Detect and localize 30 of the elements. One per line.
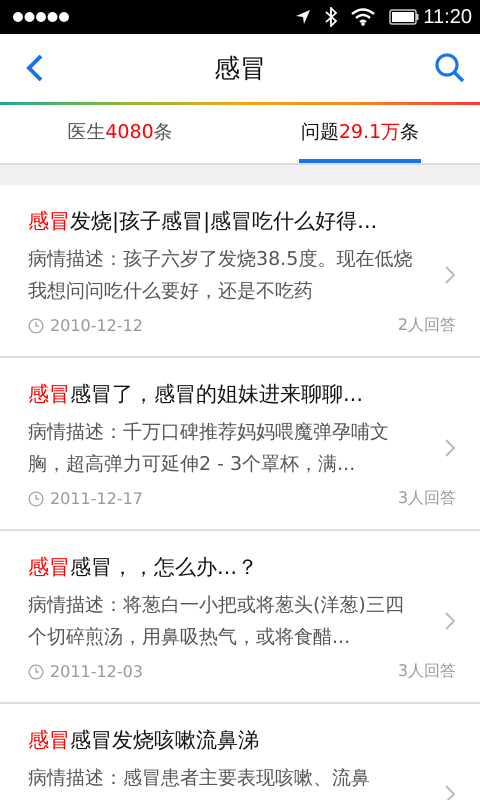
question-title[interactable]: 感冒感冒了，感冒的姐妹进来聊聊... [28,380,456,408]
question-description: 病情描述：感冒患者主要表现咳嗽、流鼻 [28,766,371,791]
question-description: 病情描述：将葱白一小把或将葱头(洋葱)三四个切碎煎汤，用鼻吸热气，或将食醋... [28,593,405,650]
page-title: 感冒 [214,52,266,86]
signal-icon [12,11,70,23]
question-title[interactable]: 感冒感冒发烧咳嗽流鼻涕 [28,726,456,754]
question-title[interactable]: 感冒发烧|孩子感冒|感冒吃什么好得... [28,207,456,235]
wifi-icon [351,8,376,26]
question-date: 2011-12-03 [50,662,143,681]
question-title[interactable]: 感冒感冒，，怎么办...？ [28,553,456,581]
chevron-right-icon [444,438,456,458]
status-time: 11:20 [423,6,472,28]
answer-count: 3人回答 [398,488,456,509]
chevron-right-icon [444,784,456,800]
location-icon [295,9,312,25]
question-date: 2010-12-12 [50,316,143,335]
clock-icon [28,664,44,680]
chevron-right-icon [444,611,456,631]
search-button[interactable] [434,52,466,84]
question-description: 病情描述：千万口碑推荐妈妈喂魔弹孕哺文胸，超高弹力可延伸2 - 3个罩杯，满... [28,420,390,477]
tab[interactable]: 医生4080条 [65,105,175,163]
bluetooth-icon [325,7,338,27]
battery-icon [389,9,420,25]
question-date: 2011-12-17 [50,489,143,508]
clock-icon [28,318,44,334]
answer-count: 2人回答 [398,315,456,336]
question-description: 病情描述：孩子六岁了发烧38.5度。现在低烧我想问问吃什么要好，还是不吃药 [28,247,414,304]
answer-count: 3人回答 [398,661,456,682]
clock-icon [28,490,44,506]
chevron-right-icon [444,265,456,285]
